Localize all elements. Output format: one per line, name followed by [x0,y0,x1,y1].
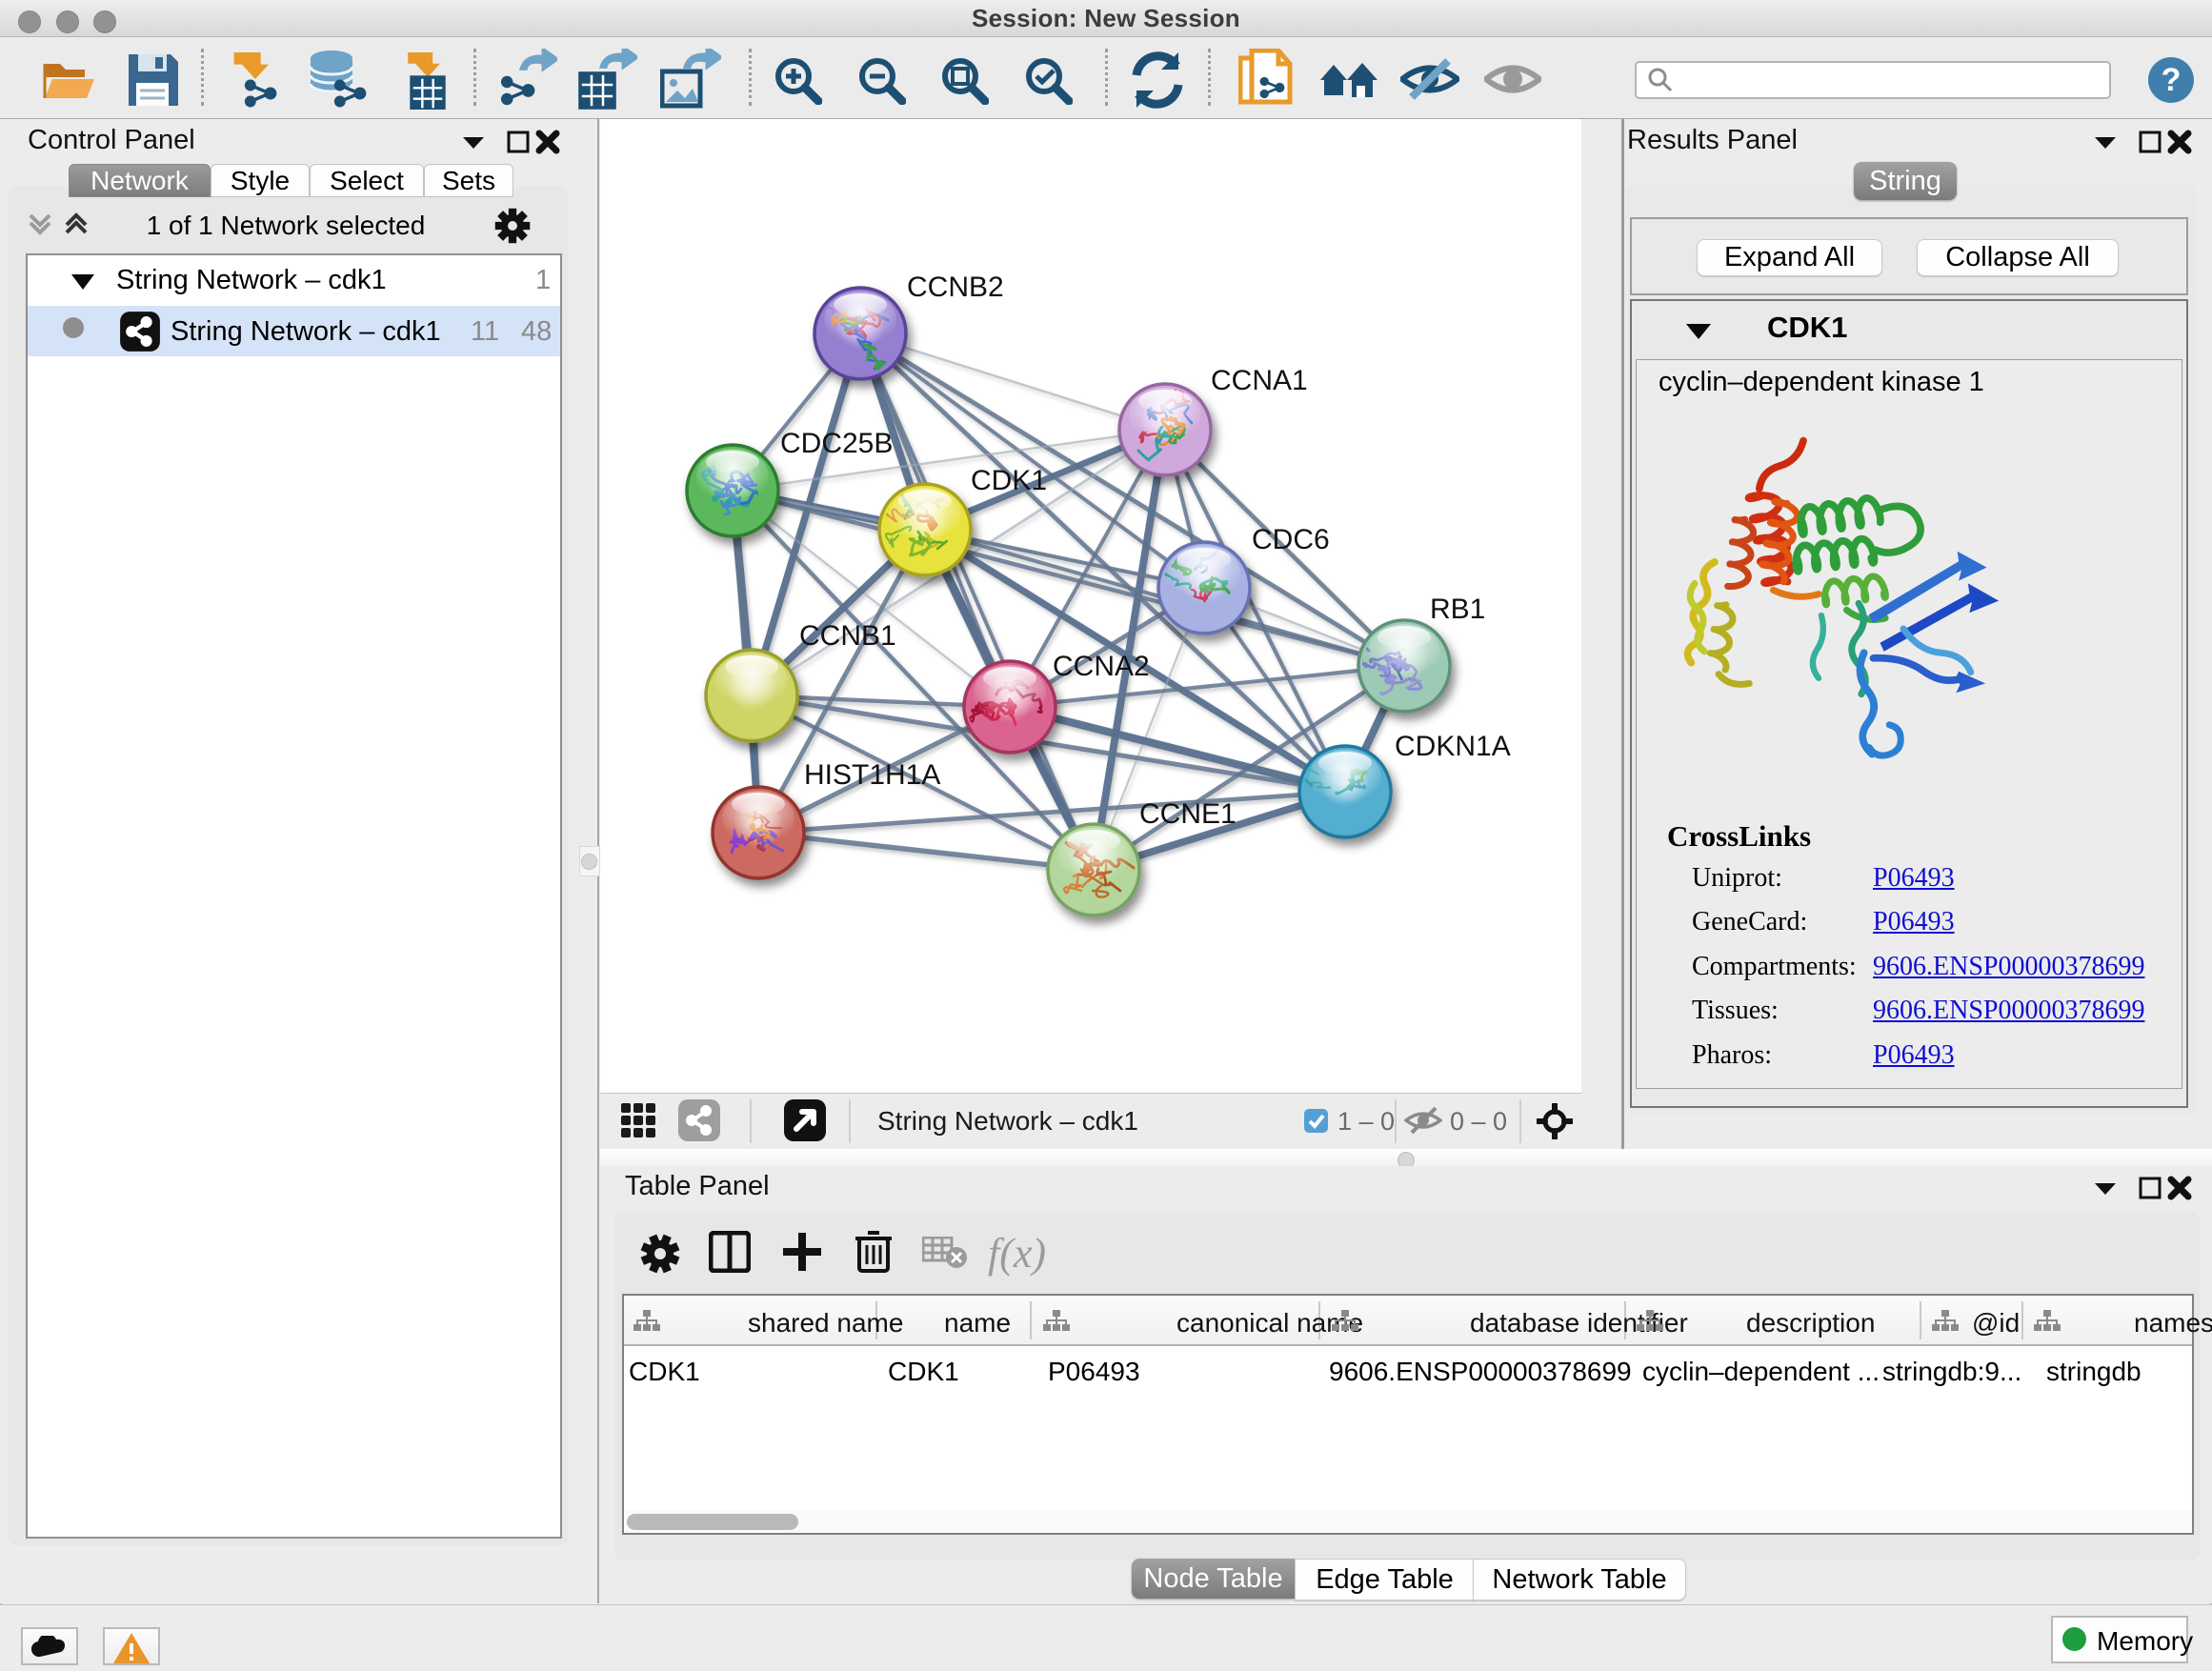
svg-text:CCNA1: CCNA1 [1211,365,1308,396]
svg-text:HIST1H1A: HIST1H1A [804,759,940,791]
svg-text:CCNB1: CCNB1 [799,620,896,652]
svg-text:CDKN1A: CDKN1A [1395,731,1511,762]
svg-text:?: ? [2162,62,2182,98]
svg-text:CDK1: CDK1 [971,465,1047,496]
svg-text:CDC6: CDC6 [1252,524,1330,555]
svg-text:RB1: RB1 [1430,594,1485,625]
svg-text:CDC25B: CDC25B [780,428,893,459]
svg-text:CCNB2: CCNB2 [907,272,1004,303]
svg-text:CCNE1: CCNE1 [1139,798,1237,830]
svg-text:CCNA2: CCNA2 [1053,651,1150,682]
